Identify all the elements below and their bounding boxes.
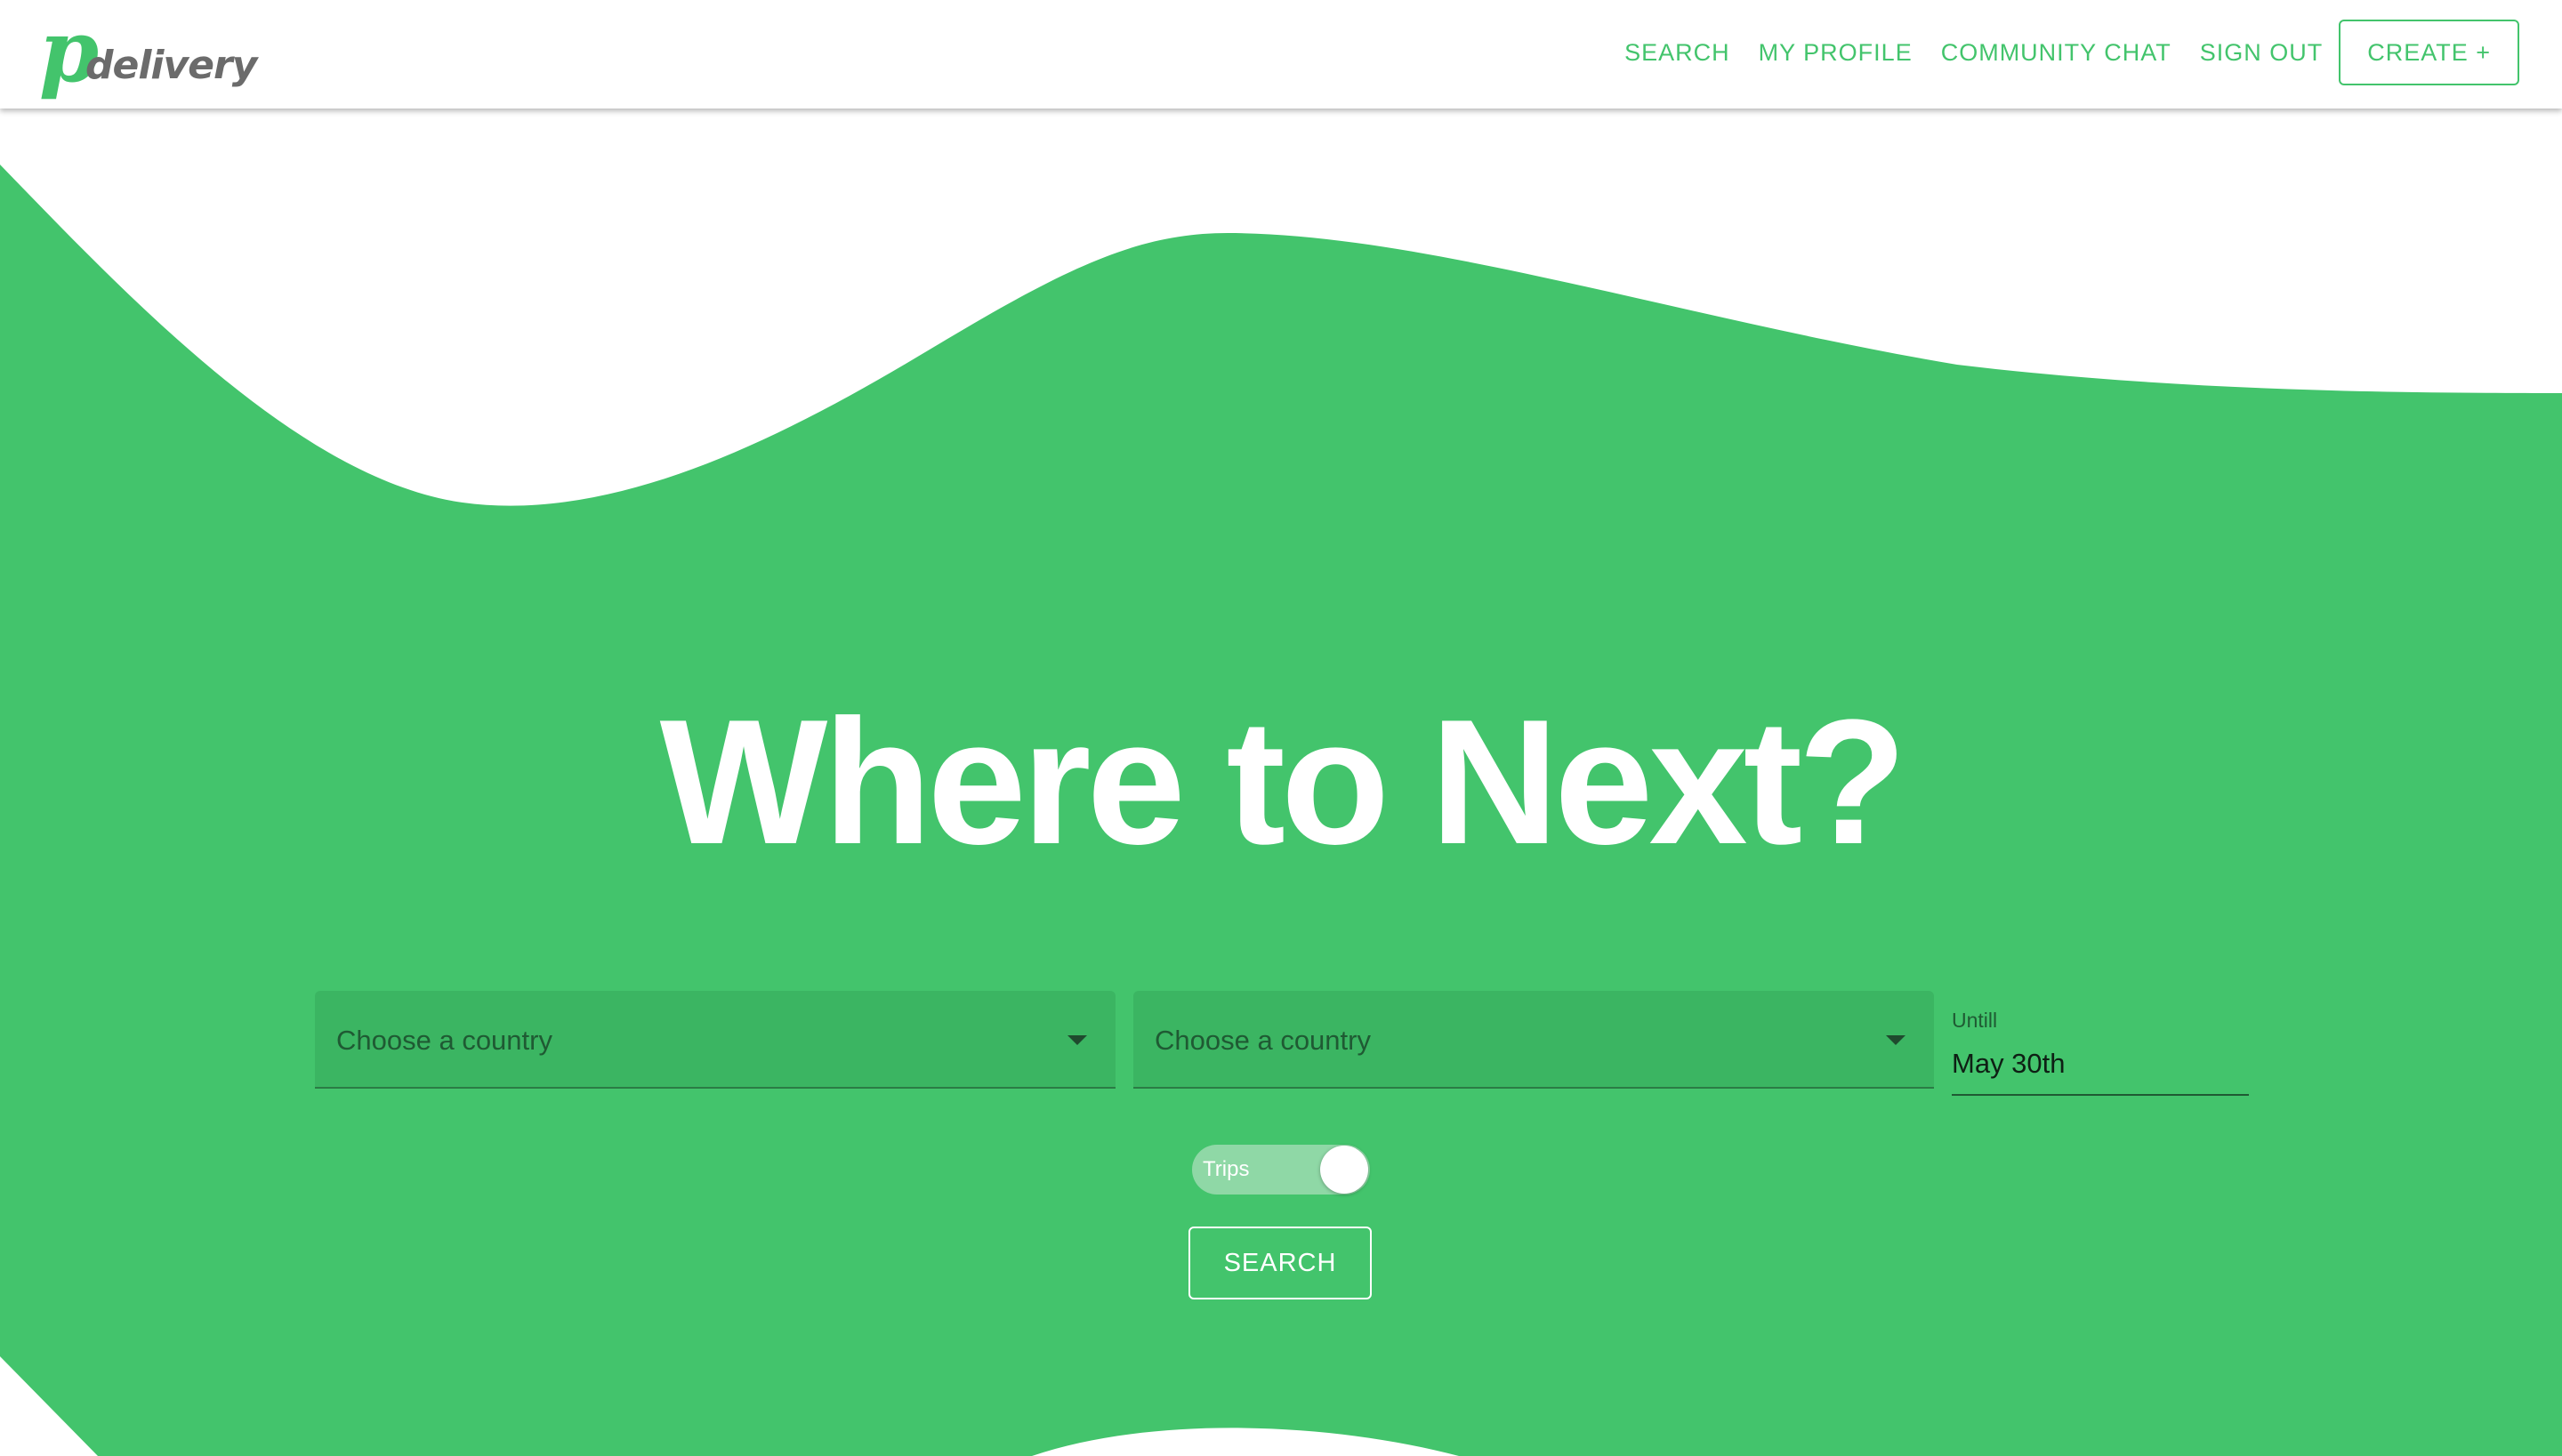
pdelivery-logo[interactable]: p delivery xyxy=(39,9,257,98)
top-navbar: p delivery SEARCH MY PROFILE COMMUNITY C… xyxy=(0,0,2562,109)
search-button[interactable]: SEARCH xyxy=(1188,1227,1372,1299)
nav-community-chat-link[interactable]: COMMUNITY CHAT xyxy=(1927,39,2186,67)
main-nav: SEARCH MY PROFILE COMMUNITY CHAT SIGN OU… xyxy=(1610,20,2519,85)
nav-search-link[interactable]: SEARCH xyxy=(1610,39,1744,67)
from-country-placeholder: Choose a country xyxy=(336,1025,552,1056)
until-date-value: May 30th xyxy=(1952,1048,2066,1079)
chevron-down-icon xyxy=(1068,1035,1087,1045)
create-button[interactable]: CREATE + xyxy=(2339,20,2519,85)
chevron-down-icon xyxy=(1886,1035,1905,1045)
trips-toggle-label: Trips xyxy=(1203,1157,1250,1181)
to-country-select[interactable]: Choose a country xyxy=(1133,991,1934,1089)
until-date-field[interactable]: Untill May 30th xyxy=(1952,1003,2249,1096)
hero-title: Where to Next? xyxy=(659,683,1907,881)
nav-my-profile-link[interactable]: MY PROFILE xyxy=(1744,39,1927,67)
until-date-label: Untill xyxy=(1952,1009,1998,1032)
logo-wordmark: delivery xyxy=(85,43,257,88)
trips-toggle[interactable]: Trips xyxy=(1192,1145,1370,1195)
page: p delivery SEARCH MY PROFILE COMMUNITY C… xyxy=(0,0,2562,1456)
toggle-knob xyxy=(1320,1146,1368,1194)
from-country-select[interactable]: Choose a country xyxy=(315,991,1116,1089)
nav-sign-out-link[interactable]: SIGN OUT xyxy=(2186,39,2338,67)
to-country-placeholder: Choose a country xyxy=(1155,1025,1371,1056)
